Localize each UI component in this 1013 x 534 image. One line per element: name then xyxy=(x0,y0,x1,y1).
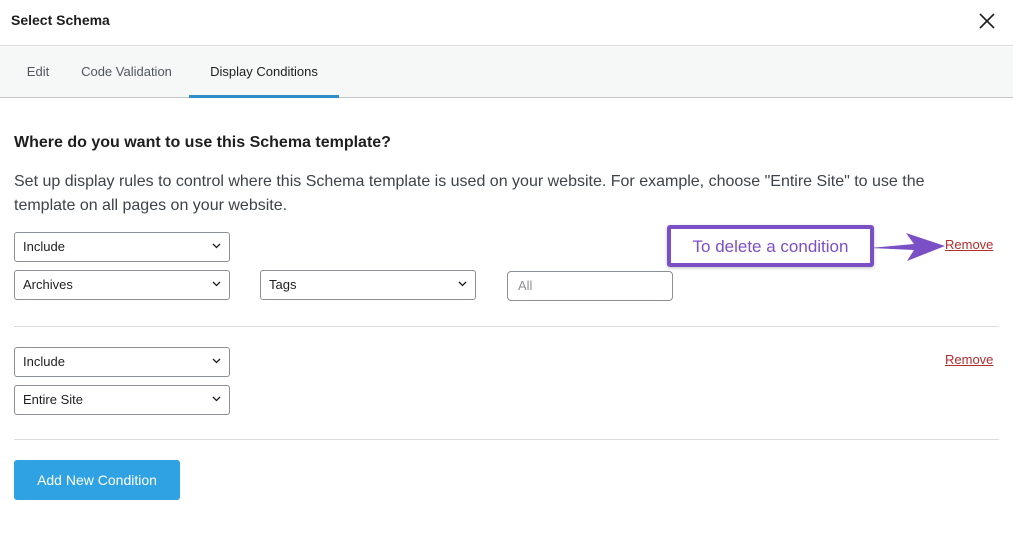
select-value: Include xyxy=(23,239,65,254)
modal-title: Select Schema xyxy=(11,12,110,28)
chevron-down-icon xyxy=(458,281,467,287)
tab-edit[interactable]: Edit xyxy=(14,47,62,97)
condition-divider xyxy=(14,326,999,327)
add-new-condition-button[interactable]: Add New Condition xyxy=(14,460,180,500)
tab-code-validation[interactable]: Code Validation xyxy=(70,47,183,97)
condition-2-category-select[interactable]: Entire Site xyxy=(14,385,230,415)
condition-1-type-select[interactable]: Include xyxy=(14,232,230,262)
tab-display-conditions[interactable]: Display Conditions xyxy=(189,47,339,98)
close-icon xyxy=(979,13,995,29)
section-description: Set up display rules to control where th… xyxy=(14,173,925,214)
condition-1-category-select[interactable]: Archives xyxy=(14,270,230,300)
condition-2-type-select[interactable]: Include xyxy=(14,347,230,377)
modal-header: Select Schema xyxy=(0,0,1013,46)
tab-bar: Edit Code Validation Display Conditions xyxy=(0,47,1013,98)
chevron-down-icon xyxy=(212,358,221,364)
condition-1-remove-link[interactable]: Remove xyxy=(945,237,993,252)
annotation-text: To delete a condition xyxy=(692,237,849,256)
select-value: Archives xyxy=(23,277,73,292)
chevron-down-icon xyxy=(212,281,221,287)
condition-1-value-input[interactable]: All xyxy=(507,271,673,301)
condition-divider xyxy=(14,439,999,440)
select-value: Tags xyxy=(269,277,297,292)
select-value: Entire Site xyxy=(23,392,83,407)
annotation-arrow-icon xyxy=(870,233,945,261)
condition-1-subcategory-select[interactable]: Tags xyxy=(260,270,476,300)
select-value: Include xyxy=(23,354,65,369)
close-button[interactable] xyxy=(976,10,998,32)
annotation-callout: To delete a condition xyxy=(667,225,874,267)
chevron-down-icon xyxy=(212,243,221,249)
section-heading: Where do you want to use this Schema tem… xyxy=(14,134,391,151)
chevron-down-icon xyxy=(212,396,221,402)
condition-2-remove-link[interactable]: Remove xyxy=(945,352,993,367)
